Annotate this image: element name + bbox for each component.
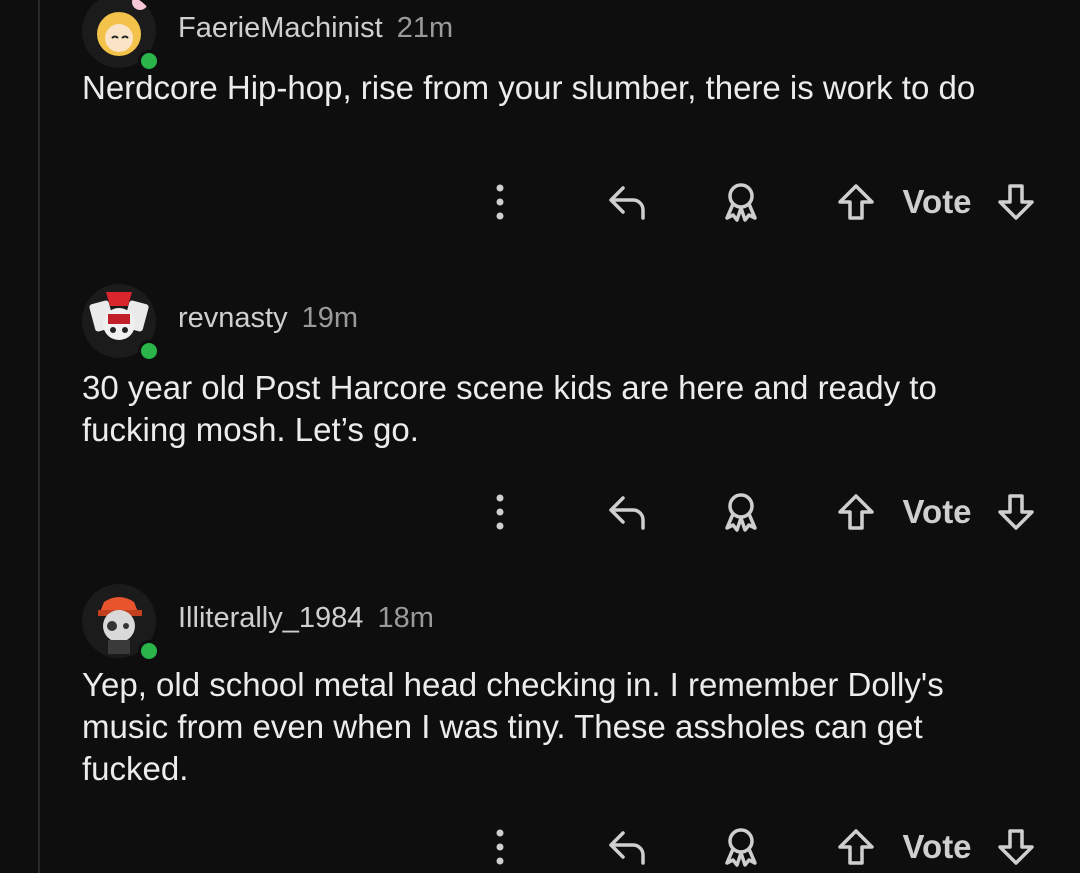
comment: FaerieMachinist 21m Nerdcore Hip-hop, ri… <box>82 0 1052 222</box>
online-status-dot <box>138 640 160 662</box>
reply-arrow-icon <box>609 496 645 530</box>
more-vertical-icon <box>496 494 504 530</box>
downvote-button[interactable] <box>994 822 1038 872</box>
comment-meta: revnasty 19m <box>178 302 358 335</box>
username[interactable]: Illiterally_1984 <box>178 602 363 634</box>
upvote-arrow-icon <box>838 184 874 220</box>
award-button[interactable] <box>716 822 766 872</box>
downvote-arrow-icon <box>998 184 1034 220</box>
comment: revnasty 19m 30 year old Post Harcore sc… <box>82 284 1052 532</box>
more-vertical-icon <box>496 829 504 865</box>
award-button[interactable] <box>716 487 766 537</box>
award-ribbon-icon <box>725 493 757 532</box>
vote-count: Vote <box>892 487 982 537</box>
reply-arrow-icon <box>609 831 645 865</box>
downvote-arrow-icon <box>998 829 1034 865</box>
downvote-button[interactable] <box>994 487 1038 537</box>
upvote-arrow-icon <box>838 829 874 865</box>
comment-actions: Vote <box>82 822 1052 872</box>
award-button[interactable] <box>716 177 766 227</box>
more-options-button[interactable] <box>482 487 518 537</box>
comment-body: Yep, old school metal head checking in. … <box>82 666 944 787</box>
comment: Illiterally_1984 18m Yep, old school met… <box>82 584 1052 867</box>
reply-button[interactable] <box>602 177 652 227</box>
award-ribbon-icon <box>725 183 757 222</box>
award-ribbon-icon <box>725 828 757 867</box>
comment-actions: Vote <box>82 487 1052 537</box>
comment-meta: FaerieMachinist 21m <box>178 12 453 45</box>
reply-button[interactable] <box>602 487 652 537</box>
timestamp: 18m <box>377 602 434 634</box>
vote-label: Vote <box>902 183 972 220</box>
downvote-arrow-icon <box>998 494 1034 530</box>
timestamp: 19m <box>301 302 359 334</box>
more-vertical-icon <box>496 184 504 220</box>
comment-body: Nerdcore Hip-hop, rise from your slumber… <box>82 69 976 106</box>
vote-label: Vote <box>902 493 972 530</box>
downvote-button[interactable] <box>994 177 1038 227</box>
comment-body: 30 year old Post Harcore scene kids are … <box>82 369 937 448</box>
comment-actions: Vote <box>82 177 1052 227</box>
upvote-arrow-icon <box>838 494 874 530</box>
comment-header: Illiterally_1984 18m <box>82 584 1052 662</box>
comment-meta: Illiterally_1984 18m <box>178 602 434 635</box>
online-status-dot <box>138 340 160 362</box>
timestamp: 21m <box>396 12 454 44</box>
online-status-dot <box>138 50 160 72</box>
thread-line <box>38 0 40 873</box>
vote-count: Vote <box>892 177 982 227</box>
more-options-button[interactable] <box>482 822 518 872</box>
reply-button[interactable] <box>602 822 652 872</box>
vote-count: Vote <box>892 822 982 872</box>
comment-header: FaerieMachinist 21m <box>82 0 1052 72</box>
comment-header: revnasty 19m <box>82 284 1052 362</box>
more-options-button[interactable] <box>482 177 518 227</box>
vote-label: Vote <box>902 828 972 865</box>
reply-arrow-icon <box>609 186 645 220</box>
username[interactable]: FaerieMachinist <box>178 12 383 44</box>
upvote-button[interactable] <box>834 487 878 537</box>
username[interactable]: revnasty <box>178 302 288 334</box>
upvote-button[interactable] <box>834 822 878 872</box>
upvote-button[interactable] <box>834 177 878 227</box>
